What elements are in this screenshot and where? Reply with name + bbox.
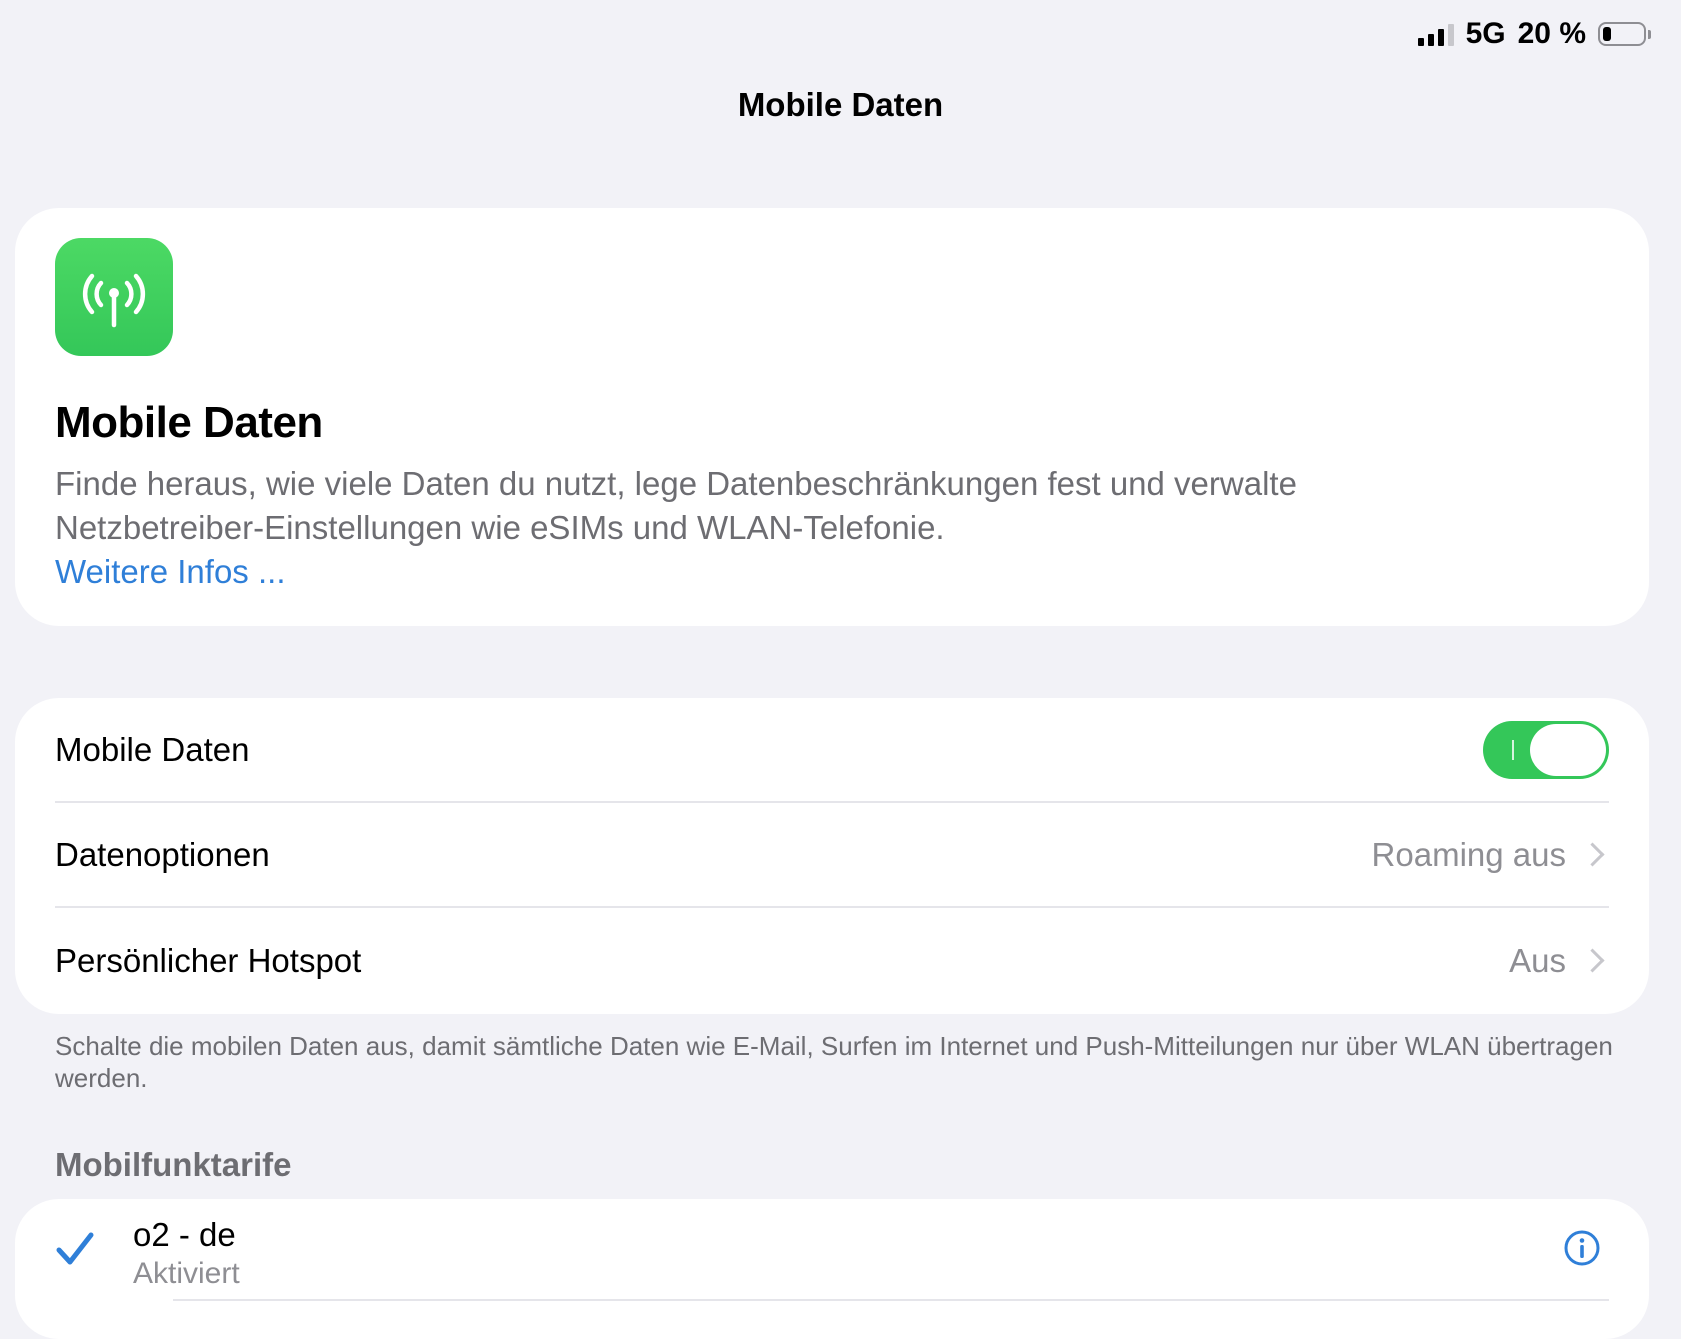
divider [173, 1299, 1609, 1301]
toggle-on-mark [1512, 739, 1514, 760]
more-info-link[interactable]: Weitere Infos ... [55, 550, 285, 594]
mobile-data-toggle[interactable] [1483, 720, 1609, 779]
chevron-right-icon [1580, 842, 1605, 867]
data-options-label: Datenoptionen [55, 835, 270, 873]
page-title: Mobile Daten [737, 86, 944, 123]
cellular-signal-icon [1417, 22, 1454, 46]
personal-hotspot-row[interactable]: Persönlicher Hotspot Aus [55, 908, 1609, 1013]
mobile-data-label: Mobile Daten [55, 730, 250, 768]
plans-list: o2 - de Aktiviert [15, 1199, 1649, 1339]
info-icon[interactable] [1563, 1229, 1601, 1272]
mobile-data-settings-group: Mobile Daten Datenoptionen Roaming aus P… [15, 698, 1649, 1014]
toggle-knob [1530, 723, 1606, 776]
mobile-data-footnote: Schalte die mobilen Daten aus, damit säm… [55, 1031, 1613, 1093]
checkmark-icon [55, 1231, 115, 1267]
plan-name: o2 - de [133, 1216, 236, 1253]
plan-item[interactable]: o2 - de Aktiviert [55, 1199, 1609, 1301]
hero-title: Mobile Daten [55, 398, 323, 447]
mobile-data-row: Mobile Daten [55, 698, 1609, 803]
personal-hotspot-label: Persönlicher Hotspot [55, 941, 362, 979]
chevron-right-icon [1580, 948, 1605, 973]
mobile-data-info-card: Mobile Daten Finde heraus, wie viele Dat… [15, 208, 1649, 626]
plans-section-header: Mobilfunktarife [55, 1146, 292, 1183]
antenna-radiowaves-icon [55, 238, 173, 356]
data-options-value: Roaming aus [1371, 835, 1566, 873]
hero-description: Finde heraus, wie viele Daten du nutzt, … [55, 465, 1297, 546]
battery-icon [1598, 22, 1651, 46]
network-type: 5G [1465, 17, 1506, 50]
plan-status: Aktiviert [133, 1257, 240, 1290]
status-bar: 5G 20 % [1417, 14, 1651, 54]
personal-hotspot-value: Aus [1509, 941, 1566, 979]
battery-percent: 20 % [1517, 17, 1586, 50]
data-options-row[interactable]: Datenoptionen Roaming aus [55, 803, 1609, 908]
